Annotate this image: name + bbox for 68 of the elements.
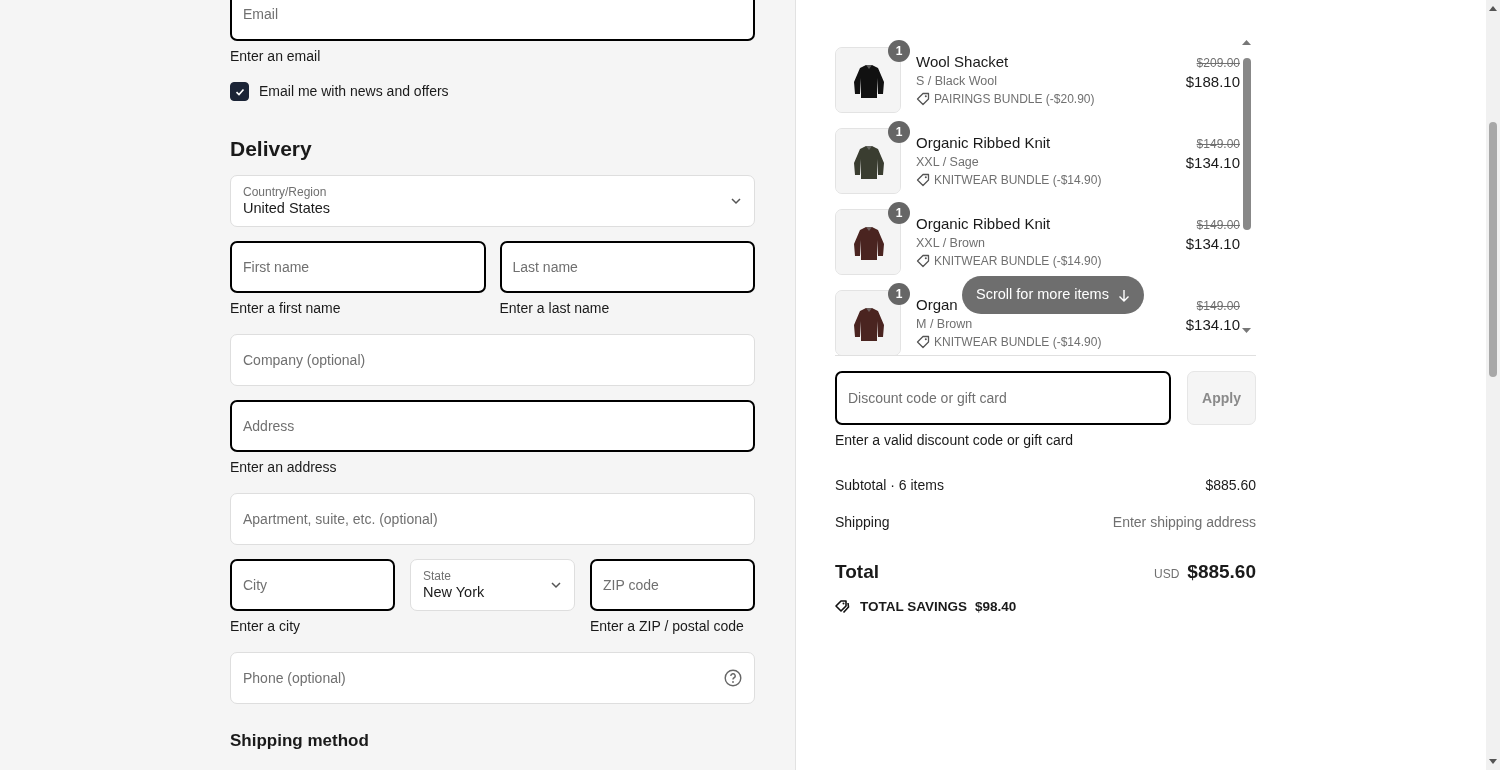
original-price: $149.00 [1195, 298, 1240, 315]
section-heading: Shipping method [230, 732, 370, 749]
discount-label: KNITWEAR BUNDLE (-$14.90) [934, 172, 1102, 189]
quantity-badge: 1 [888, 202, 910, 224]
scrollbar-thumb[interactable] [1243, 58, 1251, 230]
product-name: Wool Shacket [916, 52, 1010, 72]
error-message: Enter a valid discount code or gift card [835, 431, 1074, 449]
select-field[interactable]: State New York [410, 559, 575, 611]
price: $134.10 [1185, 234, 1240, 254]
currency-code: USD [1153, 566, 1180, 583]
original-price: $149.00 [1195, 136, 1240, 153]
product-name: Organic Ribbed Knit [916, 214, 1052, 234]
error-message: Enter an email [230, 47, 321, 65]
input-field[interactable]: First name [230, 241, 486, 293]
section-heading: Delivery [230, 138, 313, 159]
help-icon[interactable] [724, 669, 742, 687]
savings-label: TOTAL SAVINGS [860, 597, 967, 616]
scroll-hint-button[interactable]: Scroll for more items [962, 276, 1144, 314]
scroll-down-arrow-icon[interactable] [1489, 759, 1497, 764]
input-field[interactable]: ZIP code [590, 559, 755, 611]
scroll-up-arrow-icon[interactable] [1489, 6, 1497, 11]
product-variant: M / Brown [916, 316, 974, 333]
arrow-down-icon [1117, 288, 1130, 302]
savings-tag-icon [835, 598, 852, 615]
summary-value: Enter shipping address [1112, 513, 1256, 532]
product-name: Organic Ribbed Knit [916, 133, 1052, 153]
error-message: Enter an address [230, 458, 337, 476]
discount-label: PAIRINGS BUNDLE (-$20.90) [934, 91, 1095, 108]
product-variant: XXL / Brown [916, 235, 986, 252]
checkbox[interactable] [230, 82, 249, 101]
checkbox-label: Email me with news and offers [259, 82, 449, 101]
total-label: Total [835, 560, 879, 584]
tag-icon [916, 335, 930, 349]
scroll-down-arrow-icon [1242, 328, 1251, 333]
summary-value: $885.60 [1205, 476, 1256, 495]
savings-amount: $98.40 [975, 597, 1017, 616]
total-amount: $885.60 [1187, 560, 1256, 584]
select-field[interactable]: Country/Region United States [230, 175, 755, 227]
input-field[interactable]: Email [230, 0, 755, 41]
chevron-icon [550, 579, 562, 591]
error-message: Enter a ZIP / postal code [590, 617, 744, 635]
error-message: Enter a last name [499, 299, 610, 317]
input-field[interactable]: Discount code or gift card [835, 371, 1171, 425]
summary-label: Shipping [835, 513, 890, 532]
discount-label: KNITWEAR BUNDLE (-$14.90) [934, 334, 1102, 351]
summary-label: Subtotal · 6 items [835, 476, 944, 495]
tag-icon [916, 92, 930, 106]
original-price: $149.00 [1195, 217, 1240, 234]
quantity-badge: 1 [888, 283, 910, 305]
price: $134.10 [1185, 315, 1240, 335]
scrollbar-thumb[interactable] [1489, 122, 1497, 377]
tag-icon [916, 173, 930, 187]
scroll-up-arrow-icon [1242, 40, 1251, 45]
original-price: $209.00 [1195, 55, 1240, 72]
product-variant: XXL / Sage [916, 154, 980, 171]
discount-label: KNITWEAR BUNDLE (-$14.90) [934, 253, 1102, 270]
input-field[interactable]: Last name [499, 241, 755, 293]
error-message: Enter a city [230, 617, 301, 635]
input-field[interactable]: Address [230, 400, 755, 452]
quantity-badge: 1 [888, 121, 910, 143]
error-message: Enter a first name [230, 299, 341, 317]
quantity-badge: 1 [888, 40, 910, 62]
product-variant: S / Black Wool [916, 73, 999, 90]
input-field[interactable]: City [230, 559, 395, 611]
price: $188.10 [1185, 72, 1240, 92]
tag-icon [916, 254, 930, 268]
price: $134.10 [1185, 153, 1240, 173]
chevron-icon [730, 195, 742, 207]
